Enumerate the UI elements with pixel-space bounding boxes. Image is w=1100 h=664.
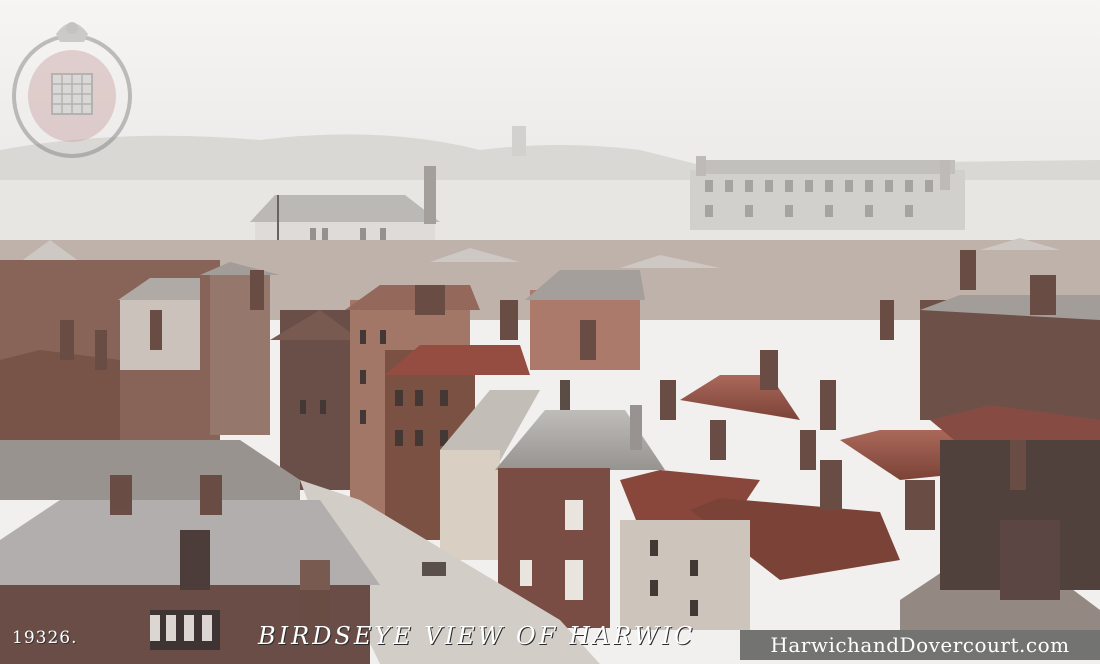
crest-seal-icon xyxy=(12,22,132,158)
photo-caption: BIRDSEYE VIEW OF HARWIC xyxy=(258,622,696,650)
watermark-banner: HarwichandDovercourt.com xyxy=(740,630,1100,660)
photo-reference-number: 19326. xyxy=(12,628,78,648)
photo-frame: 19326. BIRDSEYE VIEW OF HARWIC Harwichan… xyxy=(0,0,1100,664)
watermark-text: HarwichandDovercourt.com xyxy=(770,633,1070,657)
harbour-town-photo xyxy=(0,0,1100,664)
